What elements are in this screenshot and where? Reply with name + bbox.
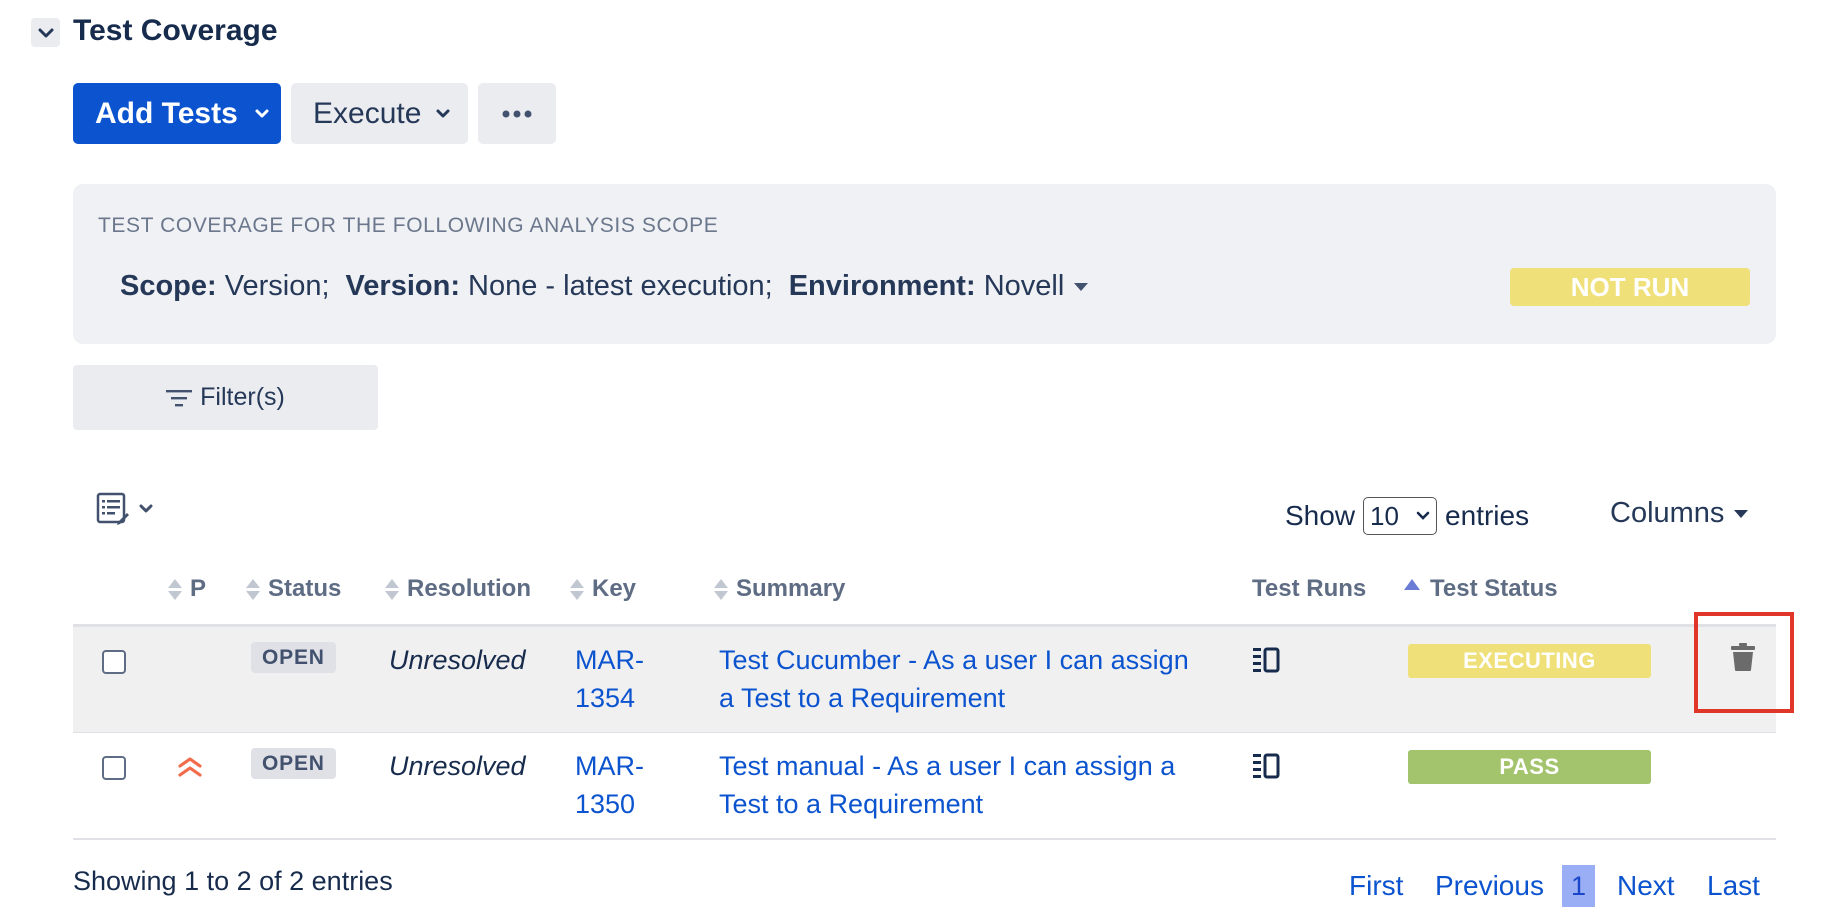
execute-button[interactable]: Execute — [291, 83, 468, 144]
issue-key-link[interactable]: MAR- 1354 — [575, 641, 644, 717]
sort-icon — [246, 578, 260, 600]
page-size-value: 10 — [1370, 500, 1399, 531]
test-status-bar: EXECUTING — [1408, 644, 1651, 678]
add-tests-label: Add Tests — [95, 96, 238, 130]
scope-label: Scope: — [120, 270, 217, 302]
section-title: Test Coverage — [73, 14, 278, 47]
columns-label: Columns — [1610, 497, 1725, 529]
delete-highlight-box — [1694, 612, 1794, 713]
resolution-value: Unresolved — [389, 645, 526, 675]
scope-heading: TEST COVERAGE FOR THE FOLLOWING ANALYSIS… — [98, 214, 719, 237]
list-settings-icon — [96, 492, 129, 525]
column-header-key[interactable]: Key — [570, 575, 636, 603]
column-header-summary[interactable]: Summary — [714, 575, 845, 603]
resolution-value: Unresolved — [389, 751, 526, 781]
pagination-last[interactable]: Last — [1707, 870, 1760, 902]
environment-label: Environment: — [788, 270, 976, 302]
filter-icon — [166, 389, 193, 406]
scope-summary: Scope: Version; Version: None - latest e… — [120, 270, 1089, 303]
status-badge: OPEN — [251, 642, 336, 673]
show-label: Show — [1285, 500, 1356, 531]
pagination-current-page[interactable]: 1 — [1562, 865, 1595, 907]
filter-button[interactable]: Filter(s) — [73, 365, 378, 430]
summary-link[interactable]: Test manual - As a user I can assign a T… — [719, 747, 1175, 823]
pagination-next[interactable]: Next — [1617, 870, 1675, 902]
caret-down-icon[interactable] — [1074, 282, 1089, 291]
entries-info: Showing 1 to 2 of 2 entries — [73, 866, 393, 896]
column-header-status[interactable]: Status — [246, 575, 341, 603]
column-header-priority[interactable]: P — [168, 575, 206, 603]
summary-link[interactable]: Test Cucumber - As a user I can assign a… — [719, 641, 1189, 717]
sort-icon — [570, 578, 584, 600]
filter-label: Filter(s) — [200, 383, 285, 411]
chevron-down-icon — [38, 28, 53, 37]
column-header-test-runs: Test Runs — [1252, 575, 1367, 602]
column-header-test-status[interactable]: Test Status — [1404, 575, 1558, 603]
sort-icon — [385, 578, 399, 600]
status-badge: OPEN — [251, 748, 336, 779]
entries-label: entries — [1445, 500, 1530, 531]
chevron-down-icon — [436, 109, 450, 117]
sort-icon — [714, 578, 728, 600]
pagination-previous[interactable]: Previous — [1435, 870, 1544, 902]
list-view-options[interactable] — [96, 492, 154, 526]
caret-down-icon — [1734, 509, 1749, 518]
page-size-select[interactable]: 10 — [1363, 497, 1438, 535]
sort-icon — [168, 578, 182, 600]
version-label: Version: — [345, 270, 460, 302]
pagination-first[interactable]: First — [1349, 870, 1403, 902]
environment-dropdown[interactable]: Novell — [984, 270, 1065, 303]
chevron-down-icon — [1416, 511, 1430, 520]
columns-dropdown[interactable]: Columns — [1610, 497, 1749, 530]
double-chevron-up-icon — [178, 757, 202, 777]
chevron-down-icon — [255, 109, 269, 117]
overall-status-badge: NOT RUN — [1510, 268, 1750, 306]
collapse-section-button[interactable] — [31, 18, 60, 47]
page-size-control: Show 10 entries — [1285, 497, 1529, 535]
execute-label: Execute — [313, 96, 422, 130]
row-checkbox[interactable] — [102, 756, 126, 780]
version-value: None - latest execution; — [468, 270, 773, 302]
column-header-resolution[interactable]: Resolution — [385, 575, 531, 603]
issue-key-link[interactable]: MAR- 1350 — [575, 747, 644, 823]
chevron-down-icon — [139, 504, 153, 513]
more-actions-button[interactable] — [478, 83, 556, 144]
test-runs-icon[interactable] — [1253, 647, 1281, 673]
add-tests-button[interactable]: Add Tests — [73, 83, 281, 144]
sort-ascending-icon — [1404, 578, 1420, 590]
more-icon — [502, 110, 532, 117]
table-bottom-divider — [73, 838, 1776, 840]
row-checkbox[interactable] — [102, 650, 126, 674]
test-status-bar: PASS — [1408, 750, 1651, 784]
analysis-scope-panel — [73, 184, 1776, 344]
test-runs-icon[interactable] — [1253, 753, 1281, 779]
scope-value: Version; — [224, 270, 330, 302]
